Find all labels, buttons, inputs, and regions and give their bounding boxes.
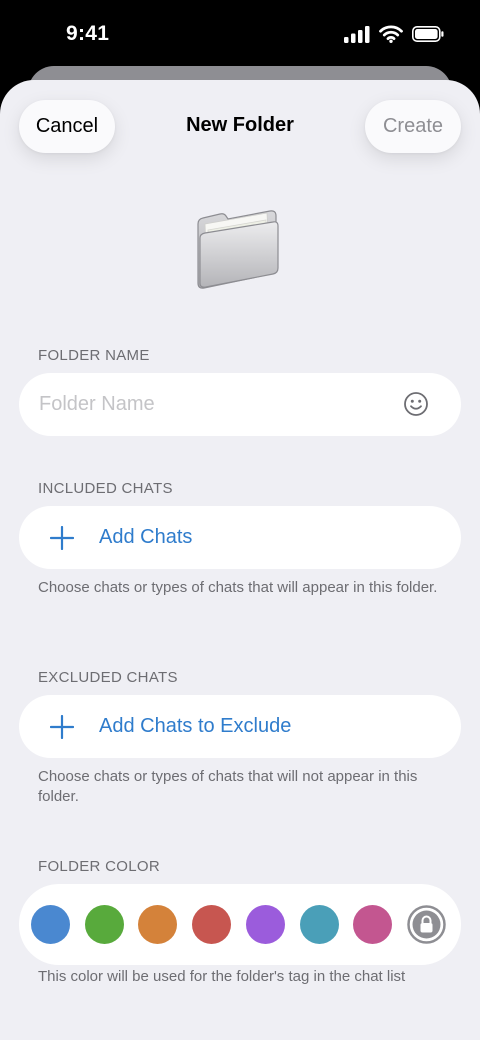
- folder-name-input[interactable]: [39, 393, 379, 416]
- emoji-icon[interactable]: [403, 391, 429, 417]
- included-chats-section-header: INCLUDED CHATS: [38, 480, 173, 497]
- add-chats-to-exclude-label: Add Chats to Exclude: [99, 715, 292, 737]
- color-option[interactable]: [353, 905, 393, 944]
- color-option[interactable]: [192, 905, 232, 944]
- status-icons: [344, 25, 444, 43]
- excluded-chats-section-header: EXCLUDED CHATS: [38, 669, 178, 686]
- folder-color-section-header: FOLDER COLOR: [38, 858, 160, 875]
- plus-icon: [50, 715, 74, 739]
- locked-color-option[interactable]: [407, 905, 446, 944]
- color-option[interactable]: [299, 905, 339, 944]
- folder-color-card: [19, 884, 461, 965]
- folder-name-card: [19, 373, 461, 436]
- folder-name-section-header: FOLDER NAME: [38, 347, 150, 364]
- plus-icon: [50, 526, 74, 550]
- new-folder-sheet: Cancel New Folder Create FOLDER NAME INC: [0, 80, 480, 1040]
- included-chats-footer: Choose chats or types of chats that will…: [38, 579, 438, 596]
- battery-icon: [412, 26, 444, 42]
- cellular-signal-icon: [344, 25, 370, 43]
- color-option[interactable]: [245, 905, 285, 944]
- color-option[interactable]: [84, 905, 124, 944]
- create-button[interactable]: Create: [365, 100, 461, 153]
- status-bar: 9:41: [0, 0, 480, 70]
- add-chats-to-exclude-button[interactable]: Add Chats to Exclude: [19, 695, 461, 758]
- add-chats-label: Add Chats: [99, 526, 193, 548]
- color-option[interactable]: [138, 905, 178, 944]
- color-option[interactable]: [31, 905, 70, 944]
- folder-icon: [197, 210, 279, 289]
- status-time: 9:41: [66, 22, 110, 45]
- add-chats-button[interactable]: Add Chats: [19, 506, 461, 569]
- folder-color-footer: This color will be used for the folder's…: [38, 968, 406, 985]
- excluded-chats-footer: Choose chats or types of chats that will…: [38, 768, 418, 805]
- wifi-icon: [379, 25, 403, 43]
